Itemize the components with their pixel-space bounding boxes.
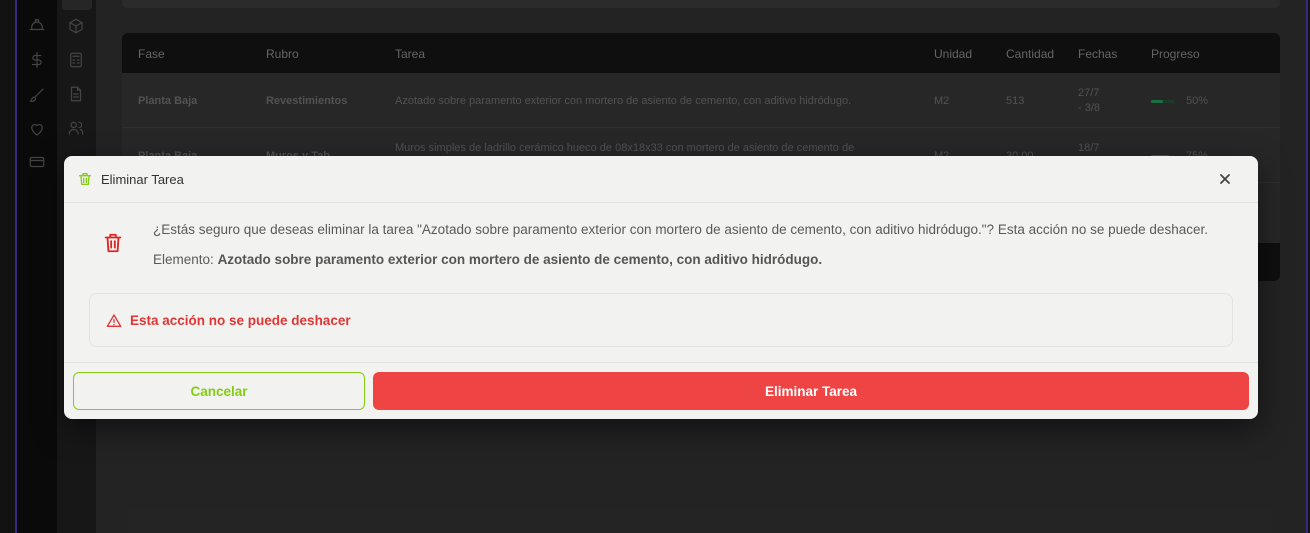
confirm-message: ¿Estás seguro que deseas eliminar la tar… (153, 222, 1208, 237)
trash-icon (102, 231, 124, 255)
close-icon[interactable] (1218, 172, 1232, 186)
trash-icon (77, 171, 93, 187)
delete-task-dialog: Eliminar Tarea ¿Estás seguro que deseas … (64, 156, 1258, 419)
alert-triangle-icon (106, 313, 122, 329)
element-value: Azotado sobre paramento exterior con mor… (217, 252, 823, 267)
warning-box: Esta acción no se puede deshacer (89, 293, 1233, 347)
dialog-title: Eliminar Tarea (101, 172, 184, 187)
dialog-header: Eliminar Tarea (64, 156, 1258, 203)
cancel-button[interactable]: Cancelar (73, 372, 365, 410)
delete-task-button[interactable]: Eliminar Tarea (373, 372, 1249, 410)
element-info: Elemento: Azotado sobre paramento exteri… (153, 252, 822, 267)
element-label: Elemento: (153, 252, 214, 267)
dialog-footer: Cancelar Eliminar Tarea (64, 362, 1258, 419)
warning-text: Esta acción no se puede deshacer (130, 313, 351, 328)
